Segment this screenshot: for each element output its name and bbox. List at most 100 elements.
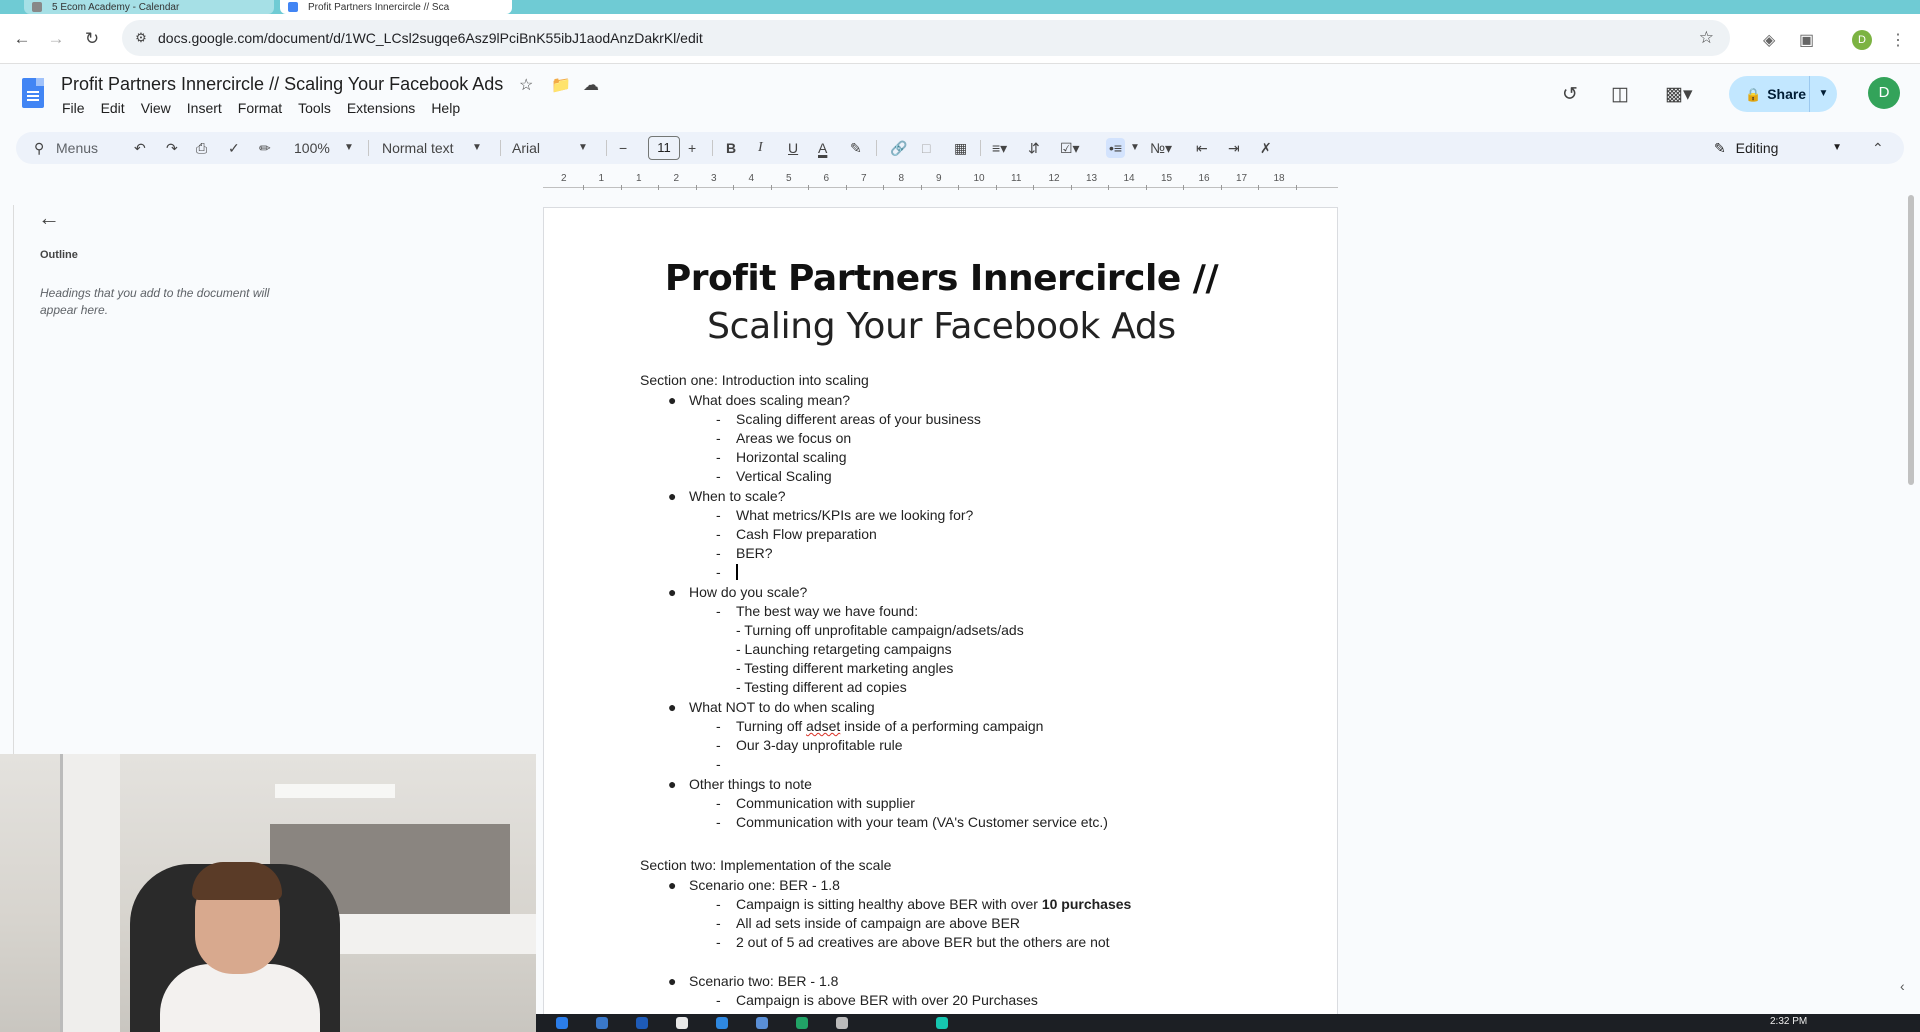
url-text[interactable]: docs.google.com/document/d/1WC_LCsl2sugq…	[158, 30, 703, 46]
document-page[interactable]: Profit Partners Innercircle // Scaling Y…	[543, 207, 1338, 1032]
clear-formatting-icon[interactable]: ✗	[1260, 138, 1272, 158]
list-item[interactable]: - Campaign is above BER with over 20 Purc…	[716, 991, 1038, 1010]
document-title[interactable]: Profit Partners Innercircle // Scaling Y…	[61, 74, 503, 95]
text-color-icon[interactable]: A	[818, 138, 827, 158]
taskbar-app-icon[interactable]	[716, 1017, 728, 1029]
menus-search[interactable]: Menus	[56, 138, 98, 158]
font-size-input[interactable]: 11	[648, 136, 680, 160]
side-panel-chevron-icon[interactable]: ‹	[1900, 978, 1905, 994]
highlight-icon[interactable]: ✎	[850, 138, 862, 158]
list-item[interactable]: - All ad sets inside of campaign are abov…	[716, 914, 1020, 933]
list-item[interactable]: ● How do you scale?	[668, 583, 807, 602]
list-item[interactable]: - Horizontal scaling	[716, 448, 847, 467]
taskbar-app-icon[interactable]	[596, 1017, 608, 1029]
horizontal-ruler[interactable]: 2 1 1 2 3 4 5 6 7 8 9 10 11 12 13 14 15 16 17 18	[543, 173, 1338, 191]
list-item[interactable]: ● Other things to note	[668, 775, 812, 794]
checklist-icon[interactable]: ☑▾	[1060, 138, 1080, 158]
comments-icon[interactable]: ◫	[1611, 83, 1629, 106]
increase-indent-icon[interactable]: ⇥	[1228, 138, 1240, 158]
menu-tools[interactable]: Tools	[298, 100, 331, 116]
redo-icon[interactable]: ↷	[166, 138, 178, 158]
document-heading-2[interactable]: Scaling Your Facebook Ads	[544, 306, 1339, 347]
menu-file[interactable]: File	[62, 100, 85, 116]
paint-format-icon[interactable]: ✏	[259, 138, 271, 158]
docs-logo-icon[interactable]	[22, 78, 44, 108]
list-item[interactable]: -2 out of 5 ad creatives are above BER b…	[716, 933, 1110, 952]
list-item[interactable]: -	[716, 563, 738, 582]
style-chevron-icon[interactable]: ▼	[472, 138, 482, 158]
section-heading[interactable]: Section two: Implementation of the scale	[640, 856, 891, 875]
meet-video-icon[interactable]: ▩▾	[1665, 83, 1693, 106]
move-folder-icon[interactable]: 📁	[551, 75, 571, 95]
zoom-chevron-icon[interactable]: ▼	[344, 138, 354, 158]
list-item[interactable]: ● Scenario two: BER - 1.8	[668, 972, 838, 991]
share-button[interactable]: 🔒 Share ▼	[1729, 76, 1837, 112]
list-item[interactable]: - Cash Flow preparation	[716, 525, 877, 544]
star-icon[interactable]: ☆	[519, 75, 533, 95]
taskbar-app-icon[interactable]	[836, 1017, 848, 1029]
browser-tab-docs[interactable]: Profit Partners Innercircle // Sca	[280, 0, 512, 14]
add-comment-icon[interactable]: □	[922, 138, 930, 158]
hide-menus-chevron-icon[interactable]: ⌃	[1872, 138, 1884, 158]
bullet-chevron-icon[interactable]: ▼	[1130, 138, 1140, 158]
account-avatar[interactable]: D	[1868, 77, 1900, 109]
undo-icon[interactable]: ↶	[134, 138, 146, 158]
extensions-puzzle-icon[interactable]: ▣	[1799, 30, 1814, 50]
menu-edit[interactable]: Edit	[101, 100, 125, 116]
menu-extensions[interactable]: Extensions	[347, 100, 415, 116]
font-chevron-icon[interactable]: ▼	[578, 138, 588, 158]
taskbar-app-icon[interactable]	[556, 1017, 568, 1029]
align-icon[interactable]: ≡▾	[992, 138, 1007, 158]
list-item[interactable]: - Vertical Scaling	[716, 467, 832, 486]
print-icon[interactable]: ⎙	[196, 138, 207, 158]
list-item[interactable]: - Turning off adset inside of a performin…	[716, 717, 1043, 736]
list-item[interactable]: - Scaling different areas of your busines…	[716, 410, 981, 429]
share-dropdown-chevron-icon[interactable]: ▼	[1809, 76, 1837, 112]
document-heading-1[interactable]: Profit Partners Innercircle //	[544, 258, 1339, 299]
address-bar[interactable]: ⚙ docs.google.com/document/d/1WC_LCsl2su…	[122, 20, 1730, 56]
insert-link-icon[interactable]: 🔗	[890, 138, 907, 158]
list-item[interactable]: - Campaign is sitting healthy above BER w…	[716, 895, 1131, 914]
taskbar-app-icon[interactable]	[756, 1017, 768, 1029]
zoom-select[interactable]: 100%	[294, 138, 330, 158]
decrease-font-icon[interactable]: −	[619, 138, 627, 158]
list-item[interactable]: ● When to scale?	[668, 487, 786, 506]
taskbar-app-icon[interactable]	[936, 1017, 948, 1029]
spelling-error-text[interactable]: adset	[806, 718, 840, 734]
list-item[interactable]: - What metrics/KPIs are we looking for?	[716, 506, 973, 525]
list-item[interactable]: ● What NOT to do when scaling	[668, 698, 875, 717]
list-item[interactable]: - Communication with supplier	[716, 794, 915, 813]
list-item[interactable]: - Areas we focus on	[716, 429, 851, 448]
taskbar-app-icon[interactable]	[636, 1017, 648, 1029]
underline-icon[interactable]: U	[788, 138, 798, 158]
taskbar-app-icon[interactable]	[676, 1017, 688, 1029]
document-scrollbar[interactable]	[1908, 195, 1914, 485]
menu-view[interactable]: View	[141, 100, 171, 116]
numbered-list-icon[interactable]: №▾	[1150, 138, 1172, 158]
decrease-indent-icon[interactable]: ⇤	[1196, 138, 1208, 158]
bulleted-list-icon[interactable]: •≡	[1106, 138, 1126, 158]
share-main[interactable]: 🔒 Share	[1729, 76, 1809, 112]
insert-image-icon[interactable]: ▦	[954, 138, 967, 158]
taskbar-app-icon[interactable]	[796, 1017, 808, 1029]
bold-icon[interactable]: B	[726, 138, 736, 158]
reload-icon[interactable]: ↻	[82, 29, 102, 49]
cloud-saved-icon[interactable]: ☁	[583, 75, 599, 95]
version-history-icon[interactable]: ↺	[1562, 83, 1578, 106]
menu-insert[interactable]: Insert	[187, 100, 222, 116]
font-select[interactable]: Arial	[512, 138, 540, 158]
italic-icon[interactable]: I	[758, 138, 763, 158]
list-item[interactable]: - Testing different ad copies	[736, 678, 907, 697]
list-item[interactable]: - Communication with your team (VA's Cust…	[716, 813, 1108, 832]
back-arrow-icon[interactable]: ←	[12, 29, 32, 49]
list-item[interactable]: - Turning off unprofitable campaign/adse…	[736, 621, 1024, 640]
close-outline-arrow-icon[interactable]: ←	[38, 205, 60, 231]
site-info-icon[interactable]: ⚙	[132, 29, 150, 47]
list-item[interactable]: - BER?	[716, 544, 773, 563]
bookmark-star-icon[interactable]: ☆	[1699, 28, 1714, 48]
editing-mode-select[interactable]: ✎ Editing ▼	[1702, 134, 1850, 162]
list-item[interactable]: ● What does scaling mean?	[668, 391, 850, 410]
search-menus-icon[interactable]: ⚲	[34, 138, 44, 158]
menu-help[interactable]: Help	[431, 100, 460, 116]
menu-format[interactable]: Format	[238, 100, 282, 116]
